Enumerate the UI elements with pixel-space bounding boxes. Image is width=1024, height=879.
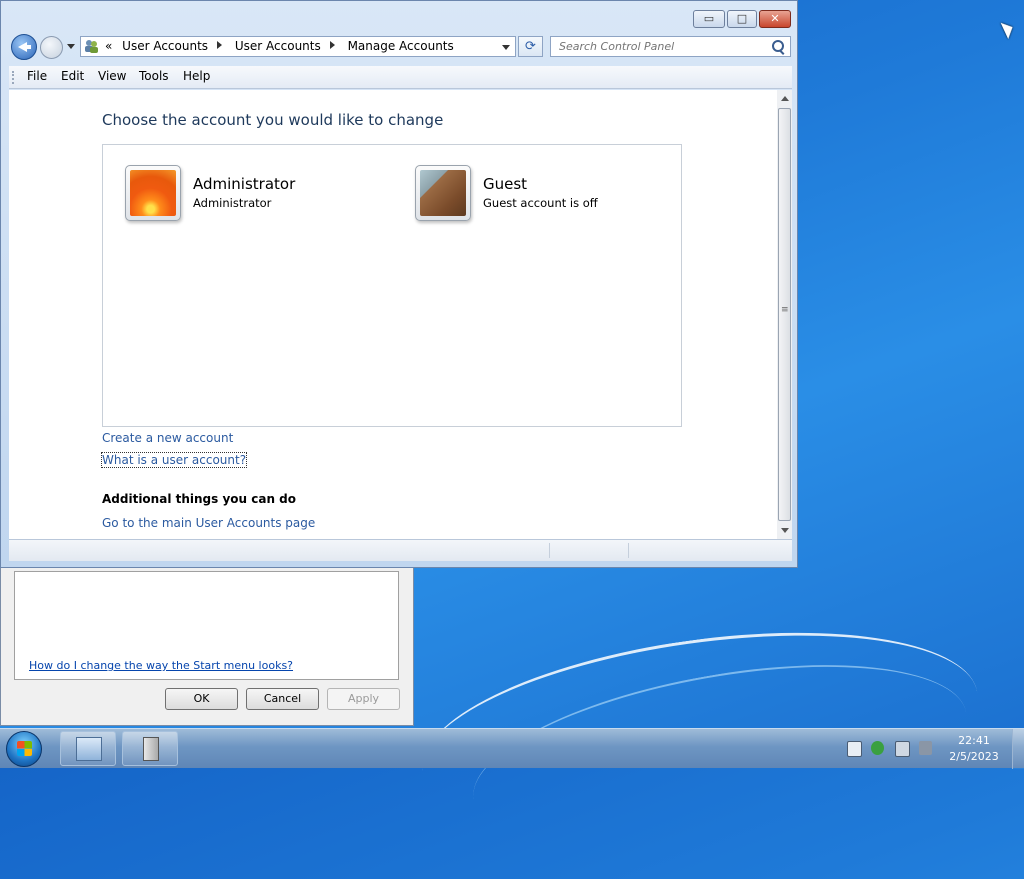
clock-time: 22:41	[958, 734, 990, 747]
breadcrumb-chevron-icon[interactable]	[217, 41, 223, 49]
briefcase-avatar-icon	[420, 170, 466, 216]
address-bar[interactable]: « User Accounts User Accounts Manage Acc…	[80, 36, 516, 57]
close-button[interactable]: ✕	[759, 10, 791, 28]
mouse-cursor-icon	[1000, 18, 1017, 40]
action-center-icon[interactable]	[847, 741, 862, 757]
close-icon: ✕	[770, 12, 780, 25]
start-button[interactable]	[6, 731, 42, 767]
back-button[interactable]	[11, 34, 37, 60]
cancel-button[interactable]: Cancel	[246, 688, 319, 710]
menu-help[interactable]: Help	[183, 69, 210, 83]
apply-button[interactable]: Apply	[327, 688, 400, 710]
scroll-up-icon[interactable]	[781, 96, 789, 101]
maximize-icon: □	[736, 12, 748, 25]
status-divider	[549, 543, 550, 558]
forward-button[interactable]	[40, 36, 63, 59]
dialog-panel: How do I change the way the Start menu l…	[14, 571, 399, 680]
menu-edit[interactable]: Edit	[61, 69, 84, 83]
account-picture[interactable]	[415, 165, 471, 221]
users-icon	[85, 40, 98, 53]
taskbar: 22:41 2/5/2023	[0, 728, 1024, 769]
search-input[interactable]	[557, 39, 766, 54]
volume-muted-icon[interactable]	[919, 741, 932, 755]
search-box[interactable]	[550, 36, 791, 57]
taskbar-server-manager[interactable]	[122, 731, 178, 766]
menu-tools[interactable]: Tools	[139, 69, 169, 83]
ok-button[interactable]: OK	[165, 688, 238, 710]
create-account-link[interactable]: Create a new account	[102, 431, 233, 445]
show-desktop-button[interactable]	[1012, 729, 1024, 769]
control-panel-icon	[76, 737, 102, 761]
account-list: Administrator Administrator Guest Guest …	[102, 144, 682, 427]
clock[interactable]: 22:41 2/5/2023	[944, 733, 1004, 765]
additional-things-heading: Additional things you can do	[102, 492, 297, 506]
account-type: Administrator	[193, 196, 272, 210]
menu-bar: File Edit View Tools Help	[9, 66, 792, 89]
maximize-button[interactable]: □	[727, 10, 757, 28]
account-picture[interactable]	[125, 165, 181, 221]
breadcrumb-manage-accounts[interactable]: Manage Accounts	[348, 39, 454, 53]
content-pane: Choose the account you would like to cha…	[9, 90, 777, 539]
flower-avatar-icon	[130, 170, 176, 216]
recent-pages-dropdown-icon[interactable]	[67, 44, 75, 49]
manage-accounts-window: ▭ □ ✕ « User Accounts User Accounts Mana…	[0, 0, 798, 568]
taskbar-control-panel[interactable]	[60, 731, 116, 766]
network-icon[interactable]	[895, 741, 910, 757]
status-divider	[628, 543, 629, 558]
menu-view[interactable]: View	[98, 69, 126, 83]
account-status: Guest account is off	[483, 196, 598, 210]
account-name[interactable]: Administrator	[193, 175, 295, 193]
what-is-user-account-link[interactable]: What is a user account?	[100, 452, 248, 468]
search-icon[interactable]	[772, 40, 784, 52]
page-title: Choose the account you would like to cha…	[102, 111, 444, 129]
account-name[interactable]: Guest	[483, 175, 527, 193]
address-dropdown-icon[interactable]	[502, 45, 510, 50]
scroll-down-icon[interactable]	[781, 528, 789, 533]
minimize-button[interactable]: ▭	[693, 10, 725, 28]
vertical-scrollbar[interactable]	[777, 90, 792, 539]
server-icon	[143, 737, 159, 761]
breadcrumb-overflow[interactable]: «	[105, 39, 112, 53]
breadcrumb-chevron-icon[interactable]	[329, 41, 335, 49]
menu-grip	[12, 71, 16, 84]
help-link[interactable]: How do I change the way the Start menu l…	[29, 659, 293, 672]
main-user-accounts-link[interactable]: Go to the main User Accounts page	[102, 516, 315, 530]
account-tile-administrator[interactable]: Administrator Administrator	[121, 163, 381, 225]
clock-date: 2/5/2023	[949, 750, 999, 763]
breadcrumb-user-accounts-category[interactable]: User Accounts	[122, 39, 208, 53]
minimize-icon: ▭	[703, 12, 715, 25]
account-tile-guest[interactable]: Guest Guest account is off	[411, 163, 671, 225]
security-shield-icon[interactable]	[871, 741, 884, 755]
status-bar	[9, 539, 792, 561]
breadcrumb-user-accounts[interactable]: User Accounts	[235, 39, 321, 53]
taskbar-start-menu-properties-dialog: How do I change the way the Start menu l…	[0, 560, 414, 726]
refresh-icon: ⟳	[525, 39, 536, 54]
scroll-thumb[interactable]	[778, 108, 791, 521]
menu-file[interactable]: File	[27, 69, 47, 83]
refresh-button[interactable]: ⟳	[518, 36, 543, 57]
breadcrumb: « User Accounts User Accounts Manage Acc…	[105, 39, 460, 53]
